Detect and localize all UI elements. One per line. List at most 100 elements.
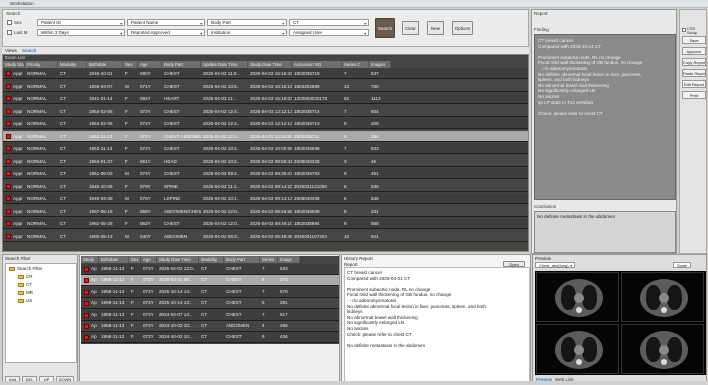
institution-field[interactable]: Institution ▼: [207, 29, 287, 36]
conclusion-textarea[interactable]: No definite metastasis in the abdomen: [534, 211, 676, 253]
table-row[interactable]: Appr NORMAL CT 1962-05-28 F 062Y CHEST 2025-04-…: [3, 218, 528, 230]
related-column-header[interactable]: Age: [141, 256, 157, 263]
table-row[interactable]: Appr NORMAL CT 1941-01-14 F 084Y HEART 2025-04-…: [3, 93, 528, 105]
related-column-header[interactable]: Study Date Time: [157, 256, 199, 263]
last-m-checkbox[interactable]: [7, 30, 12, 35]
history-report-pane: History Report Report Open CT breast can…: [341, 254, 531, 384]
table-cell: 5: [344, 133, 347, 139]
scale-select[interactable]: Scale: [673, 262, 691, 268]
table-cell: Ap: [91, 300, 97, 306]
table-row[interactable]: Appr NORMAL CT 1945-10-01 F 080Y CHEST 2025-04-…: [3, 68, 528, 80]
table-row[interactable]: Appr NORMAL CT 1953-11-13 F 072Y CHEST 2025-04-…: [3, 143, 528, 155]
table-row[interactable]: Appr NORMAL CT 1955-03-07 M 071Y CHEST 2025-04-…: [3, 80, 528, 92]
table-cell: CT: [201, 277, 208, 283]
ct-slice-3[interactable]: [536, 324, 619, 374]
copy-report-button[interactable]: Copy Report: [682, 58, 706, 66]
table-cell: NORMAL: [27, 208, 47, 214]
date-range-field[interactable]: Within 3 Days ▼: [37, 29, 125, 36]
tree-item-us[interactable]: US: [18, 298, 32, 303]
table-cell: Appr: [13, 196, 23, 201]
series-select[interactable]: Chest_abd(lung) ▼: [535, 262, 575, 268]
table-cell: F: [125, 108, 128, 114]
options-button[interactable]: Options: [452, 21, 473, 35]
table-row[interactable]: Appr NORMAL CT 1964-01-27 F 061Y HEAD 2025-04-0…: [3, 155, 528, 167]
table-row[interactable]: Ap 1958-11-13 F 072Y 2024-10-02 10:.. CT CHEST…: [81, 332, 339, 344]
finding-textarea[interactable]: CT breast cancer Compared with 2025-10-1…: [534, 34, 676, 200]
exam-list: Exam List Study Sta Priority Modality Birth…: [2, 54, 529, 252]
exam-column-header[interactable]: Modality: [58, 61, 87, 68]
new-button[interactable]: New: [427, 21, 444, 35]
table-row[interactable]: Appr NORMAL CT 1954-02-05 F 072Y CHEST 2025-04-…: [3, 118, 528, 130]
table-row[interactable]: Ap 1958-11-13 F 072Y 2025-04-02 12:0.. CT CHES…: [81, 264, 339, 275]
tree-item-label: CT: [26, 282, 32, 287]
edit-report-button[interactable]: Edit Report: [682, 80, 706, 88]
related-column-header[interactable]: Birthdate: [99, 256, 129, 263]
exam-column-header[interactable]: Sex: [123, 61, 138, 68]
table-row[interactable]: Ap 1958-11-13 F 072Y 2025-10-14 14:.. CT CHEST…: [81, 298, 339, 310]
table-cell: 1802035698: [294, 146, 320, 151]
clear-button[interactable]: Clear: [402, 21, 419, 35]
tab-search[interactable]: Search: [22, 48, 36, 53]
related-column-header[interactable]: Study: [81, 256, 99, 263]
cdr-setup-checkbox[interactable]: [682, 28, 686, 32]
table-row[interactable]: Appr NORMAL CT 1951-06-03 M 074Y CHEST 2025-04-…: [3, 168, 528, 180]
table-cell: 1202603020170: [294, 96, 328, 101]
tree-item-cr[interactable]: CR: [18, 274, 33, 279]
image-grid[interactable]: [535, 271, 706, 375]
exam-column-header[interactable]: Update Date Time: [201, 61, 248, 68]
table-cell: 1945-10-01: [89, 71, 113, 76]
related-column-header[interactable]: Sex: [129, 256, 141, 263]
paste-report-button[interactable]: Paste Report: [682, 69, 706, 77]
tree-root[interactable]: Search Filter: [9, 266, 43, 271]
exam-column-header[interactable]: Priority: [25, 61, 58, 68]
report-status-field[interactable]: Reported Approved ▼: [127, 29, 205, 36]
chevron-down-icon: ▼: [199, 32, 203, 36]
exam-column-header[interactable]: Accession NO: [292, 61, 342, 68]
related-column-header[interactable]: Series: [260, 256, 278, 263]
table-row[interactable]: Appr NORMAL CT 1949-03-28 M 076Y LSPINE 2025-04…: [3, 193, 528, 205]
body-part-field[interactable]: Body Part ▼: [207, 19, 287, 26]
table-row[interactable]: Ap 1958-11-13 F 072Y 2024-10-02 10:.. CT ABDOM…: [81, 321, 339, 332]
exam-column-header[interactable]: Images: [369, 61, 391, 68]
related-column-header[interactable]: Modality: [199, 256, 224, 263]
exam-column-header[interactable]: Study Date Time: [248, 61, 292, 68]
table-row[interactable]: Appr NORMAL CT 1985-05-13 M 040Y ABDOMEN 2025-0…: [3, 230, 528, 242]
exam-column-header[interactable]: Study Sta: [3, 61, 25, 68]
related-column-header[interactable]: Body Part: [224, 256, 260, 263]
tab-views[interactable]: Views: [5, 48, 17, 53]
table-row[interactable]: Appr NORMAL CT 1952-11-13 F 072Y CHEST ABDOMEN…: [3, 130, 528, 142]
ct-slice-4[interactable]: [621, 324, 704, 374]
exam-column-header[interactable]: Body Part: [162, 61, 201, 68]
table-cell: 2025-04-02 12:0..: [203, 208, 240, 214]
assigned-user-field[interactable]: Assigned User ▼: [289, 29, 369, 36]
patient-name-field[interactable]: Patient Name ▼: [127, 19, 205, 26]
save-button[interactable]: Save: [682, 36, 706, 44]
exam-column-header[interactable]: Birthdate: [87, 61, 123, 68]
table-row[interactable]: Ap 1958-11-13 F 072Y 2025-10-14 14:.. CT CHEST…: [81, 286, 339, 298]
table-cell: ABDOMEN/CHEST: [164, 208, 201, 214]
table-row[interactable]: Appr NORMAL CT 1945-10-06 F 079Y SPINE 2025-04-…: [3, 180, 528, 192]
table-row[interactable]: Ap 1958-11-13 F 072Y 2024-04-07 14:.. CT CHEST…: [81, 309, 339, 321]
print-button[interactable]: Print: [682, 91, 706, 99]
tree-item-mr[interactable]: MR: [18, 290, 33, 295]
exam-column-header[interactable]: Age: [138, 61, 162, 68]
table-cell: Appr: [13, 158, 23, 164]
sex-checkbox[interactable]: [7, 20, 12, 25]
table-cell: 13: [344, 83, 350, 89]
table-row[interactable]: Appr NORMAL CT 1954-02-05 F 072Y CHEST 2025-04-…: [3, 105, 528, 117]
modality-field[interactable]: CT ▼: [289, 19, 369, 26]
ct-slice-1[interactable]: [536, 272, 619, 322]
search-button[interactable]: Search: [375, 18, 395, 38]
table-row[interactable]: Ap 1958-11-13 F 072Y 2025-03-31 09:.. CT CHEST…: [81, 275, 339, 287]
table-cell: CHEST: [164, 83, 180, 89]
approve-button[interactable]: Approve: [682, 47, 706, 55]
ct-slice-2[interactable]: [621, 272, 704, 322]
table-cell: 1985-05-13: [89, 233, 113, 239]
related-column-header[interactable]: Image: [278, 256, 300, 263]
exam-column-header[interactable]: Series C: [342, 61, 369, 68]
table-cell: 1964-01-27: [89, 158, 113, 164]
patient-id-field[interactable]: Patient ID ▼: [37, 19, 125, 26]
table-cell: CHEST: [164, 121, 180, 126]
table-row[interactable]: Appr NORMAL CT 1957-05-19 F 068Y ABDOMEN/CHEST…: [3, 205, 528, 217]
tree-item-ct[interactable]: CT: [18, 282, 32, 287]
